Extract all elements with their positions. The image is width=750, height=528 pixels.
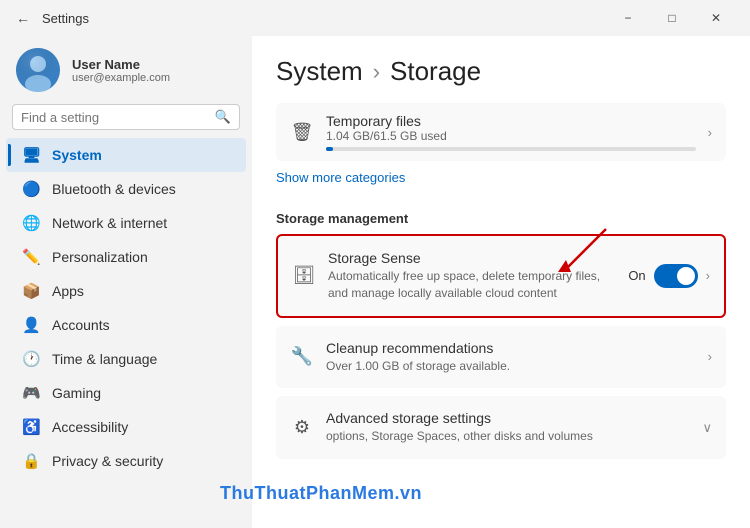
title-bar-left: ← Settings bbox=[12, 8, 89, 28]
mgmt-item-right-storage-sense: On › bbox=[628, 264, 710, 288]
app-body: User Name user@example.com 🔍 🖥 System 🔵 … bbox=[0, 36, 750, 528]
temp-files-icon: 🗑 bbox=[290, 122, 314, 143]
nav-icon-gaming: 🎮 bbox=[22, 384, 40, 402]
mgmt-desc-cleanup: Over 1.00 GB of storage available. bbox=[326, 358, 696, 375]
avatar bbox=[16, 48, 60, 92]
mgmt-item-storage-sense[interactable]: 🗄 Storage Sense Automatically free up sp… bbox=[276, 234, 726, 318]
nav-label-privacy: Privacy & security bbox=[52, 453, 163, 469]
temp-files-chevron: › bbox=[708, 125, 712, 140]
sidebar-item-gaming[interactable]: 🎮 Gaming bbox=[6, 376, 246, 410]
nav-label-time: Time & language bbox=[52, 351, 157, 367]
search-box[interactable]: 🔍 bbox=[12, 104, 240, 130]
content-area: System › Storage 🗑 Temporary files 1.04 … bbox=[252, 36, 750, 528]
minimize-button[interactable]: − bbox=[606, 3, 650, 33]
toggle-switch-storage-sense[interactable] bbox=[654, 264, 698, 288]
nav-label-network: Network & internet bbox=[52, 215, 167, 231]
chevron-cleanup: › bbox=[708, 349, 712, 364]
sidebar-item-accessibility[interactable]: ♿ Accessibility bbox=[6, 410, 246, 444]
temp-files-info: Temporary files 1.04 GB/61.5 GB used bbox=[326, 113, 696, 151]
nav-icon-bluetooth: 🔵 bbox=[22, 180, 40, 198]
mgmt-icon-advanced: ⚙ bbox=[290, 417, 314, 438]
maximize-button[interactable]: □ bbox=[650, 3, 694, 33]
sidebar-item-bluetooth[interactable]: 🔵 Bluetooth & devices bbox=[6, 172, 246, 206]
title-bar-title: Settings bbox=[42, 11, 89, 26]
nav-list: 🖥 System 🔵 Bluetooth & devices 🌐 Network… bbox=[0, 138, 252, 478]
profile-name: User Name bbox=[72, 57, 170, 72]
nav-label-system: System bbox=[52, 147, 102, 163]
mgmt-desc-storage-sense: Automatically free up space, delete temp… bbox=[328, 268, 616, 302]
sidebar-item-time[interactable]: 🕐 Time & language bbox=[6, 342, 246, 376]
expand-advanced: ∨ bbox=[702, 420, 712, 436]
section-label: Storage management bbox=[276, 211, 726, 226]
sidebar-item-privacy[interactable]: 🔒 Privacy & security bbox=[6, 444, 246, 478]
page-header: System › Storage bbox=[276, 56, 726, 87]
nav-icon-apps: 📦 bbox=[22, 282, 40, 300]
nav-icon-system: 🖥 bbox=[22, 146, 40, 164]
nav-icon-time: 🕐 bbox=[22, 350, 40, 368]
sidebar-item-accounts[interactable]: 👤 Accounts bbox=[6, 308, 246, 342]
profile-email: user@example.com bbox=[72, 72, 170, 84]
nav-icon-personalization: ✏️ bbox=[22, 248, 40, 266]
mgmt-desc-advanced: options, Storage Spaces, other disks and… bbox=[326, 428, 690, 445]
nav-label-apps: Apps bbox=[52, 283, 84, 299]
mgmt-items-container: 🗄 Storage Sense Automatically free up sp… bbox=[276, 234, 726, 459]
content-inner: System › Storage 🗑 Temporary files 1.04 … bbox=[252, 36, 750, 487]
mgmt-title-storage-sense: Storage Sense bbox=[328, 250, 616, 266]
nav-label-accounts: Accounts bbox=[52, 317, 110, 333]
sidebar-item-apps[interactable]: 📦 Apps bbox=[6, 274, 246, 308]
mgmt-title-advanced: Advanced storage settings bbox=[326, 410, 690, 426]
nav-icon-privacy: 🔒 bbox=[22, 452, 40, 470]
mgmt-title-cleanup: Cleanup recommendations bbox=[326, 340, 696, 356]
temp-files-bar bbox=[326, 147, 696, 151]
temporary-files-item[interactable]: 🗑 Temporary files 1.04 GB/61.5 GB used › bbox=[276, 103, 726, 161]
search-icon: 🔍 bbox=[215, 109, 231, 125]
mgmt-item-cleanup[interactable]: 🔧 Cleanup recommendations Over 1.00 GB o… bbox=[276, 326, 726, 389]
title-bar-controls: − □ ✕ bbox=[606, 3, 738, 33]
temp-files-bar-fill bbox=[326, 147, 333, 151]
breadcrumb-system: System bbox=[276, 56, 363, 87]
sidebar-item-personalization[interactable]: ✏️ Personalization bbox=[6, 240, 246, 274]
close-button[interactable]: ✕ bbox=[694, 3, 738, 33]
temp-files-label: Temporary files bbox=[326, 113, 696, 129]
breadcrumb-separator: › bbox=[373, 59, 380, 85]
chevron-storage-sense: › bbox=[706, 268, 710, 283]
back-button[interactable]: ← bbox=[12, 8, 34, 28]
mgmt-icon-storage-sense: 🗄 bbox=[292, 265, 316, 286]
temp-files-size: 1.04 GB/61.5 GB used bbox=[326, 129, 696, 143]
show-more-link[interactable]: Show more categories bbox=[276, 170, 405, 185]
sidebar-profile: User Name user@example.com bbox=[0, 36, 252, 104]
nav-label-personalization: Personalization bbox=[52, 249, 148, 265]
mgmt-body-cleanup: Cleanup recommendations Over 1.00 GB of … bbox=[326, 340, 696, 375]
nav-icon-accounts: 👤 bbox=[22, 316, 40, 334]
nav-icon-accessibility: ♿ bbox=[22, 418, 40, 436]
sidebar-item-system[interactable]: 🖥 System bbox=[6, 138, 246, 172]
toggle-label-storage-sense: On bbox=[628, 268, 645, 283]
breadcrumb-storage: Storage bbox=[390, 56, 481, 87]
nav-icon-network: 🌐 bbox=[22, 214, 40, 232]
nav-label-gaming: Gaming bbox=[52, 385, 101, 401]
search-input[interactable] bbox=[21, 110, 209, 125]
mgmt-body-storage-sense: Storage Sense Automatically free up spac… bbox=[328, 250, 616, 302]
sidebar: User Name user@example.com 🔍 🖥 System 🔵 … bbox=[0, 36, 252, 528]
mgmt-body-advanced: Advanced storage settings options, Stora… bbox=[326, 410, 690, 445]
nav-label-accessibility: Accessibility bbox=[52, 419, 128, 435]
mgmt-item-advanced[interactable]: ⚙ Advanced storage settings options, Sto… bbox=[276, 396, 726, 459]
title-bar: ← Settings − □ ✕ bbox=[0, 0, 750, 36]
sidebar-item-network[interactable]: 🌐 Network & internet bbox=[6, 206, 246, 240]
profile-info: User Name user@example.com bbox=[72, 57, 170, 84]
nav-label-bluetooth: Bluetooth & devices bbox=[52, 181, 176, 197]
mgmt-icon-cleanup: 🔧 bbox=[290, 346, 314, 367]
